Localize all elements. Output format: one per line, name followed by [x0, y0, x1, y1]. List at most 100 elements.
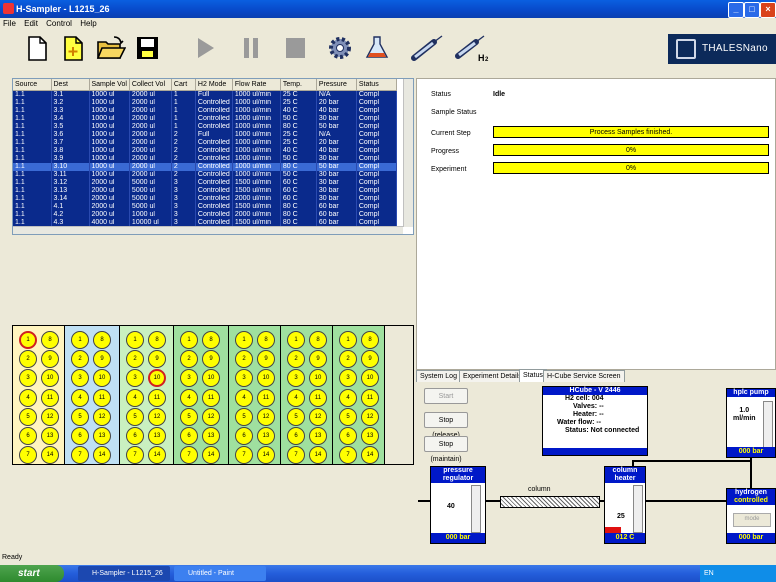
task-hsampler[interactable]: H-Sampler - L1215_26	[78, 566, 170, 581]
plate-well[interactable]: 12	[361, 407, 379, 426]
plate-well[interactable]: 1	[339, 331, 357, 349]
plate-well[interactable]: 11	[361, 388, 379, 407]
plate-well[interactable]: 10	[93, 369, 111, 388]
plate-well[interactable]: 4	[235, 388, 253, 407]
column-header[interactable]: Pressure	[316, 79, 357, 91]
plate-well[interactable]: 3	[287, 369, 305, 388]
table-row[interactable]: 1.1 3.10 1000 ul 2000 ul 2 Controlled 1000 ul/…	[13, 163, 397, 171]
plate-well[interactable]: 11	[93, 388, 111, 407]
plate-well[interactable]: 12	[202, 407, 220, 426]
plate-well[interactable]: 11	[309, 388, 327, 407]
plate-well[interactable]: 1	[19, 331, 37, 349]
plate-well[interactable]: 5	[287, 407, 305, 426]
column-header[interactable]: Source	[13, 79, 52, 91]
plate-well[interactable]: 12	[309, 407, 327, 426]
table-row[interactable]: 1.1 3.8 1000 ul 2000 ul 2 Controlled 1000 ul/m…	[13, 147, 397, 155]
plate-well[interactable]: 12	[41, 407, 59, 426]
plate-well[interactable]: 7	[235, 446, 253, 465]
plate-well[interactable]: 14	[93, 446, 111, 465]
plate-well[interactable]: 6	[339, 427, 357, 445]
plate-well[interactable]: 9	[309, 350, 327, 369]
plate-well[interactable]: 5	[19, 407, 37, 426]
plate-well[interactable]: 14	[41, 446, 59, 465]
table-row[interactable]: 1.1 3.9 1000 ul 2000 ul 2 Controlled 1000 ul/m…	[13, 155, 397, 163]
plate-well[interactable]: 2	[71, 350, 89, 369]
plate-well[interactable]: 3	[126, 369, 144, 388]
plate-well[interactable]: 4	[287, 388, 305, 407]
stop-icon[interactable]	[282, 34, 308, 62]
plate-well[interactable]: 11	[41, 388, 59, 407]
tab-system-log[interactable]: System Log	[416, 370, 461, 382]
plate-well[interactable]: 4	[126, 388, 144, 407]
plate-well[interactable]: 13	[148, 427, 166, 445]
plate-well[interactable]: 10	[309, 369, 327, 388]
plate-well[interactable]: 8	[148, 331, 166, 349]
table-row[interactable]: 1.1 3.7 1000 ul 2000 ul 2 Controlled 1000 ul/m…	[13, 139, 397, 147]
stop-maintain-button[interactable]: Stop (maintain)	[424, 436, 468, 463]
table-row[interactable]: 1.1 3.12 2000 ul 5000 ul 3 Controlled 1500 ul/…	[13, 179, 397, 187]
table-row[interactable]: 1.1 3.4 1000 ul 2000 ul 1 Controlled 1000 ul/m…	[13, 115, 397, 123]
plate-well[interactable]: 13	[93, 427, 111, 445]
plate-well[interactable]: 1	[287, 331, 305, 349]
syringe-icon[interactable]	[410, 34, 446, 62]
plate-well[interactable]: 4	[339, 388, 357, 407]
column-header[interactable]: Collect Vol	[129, 79, 172, 91]
plate-well[interactable]: 13	[41, 427, 59, 445]
plate-well[interactable]: 6	[71, 427, 89, 445]
plate-well[interactable]: 8	[257, 331, 275, 349]
column-header[interactable]: Status	[356, 79, 397, 91]
plate-well[interactable]: 4	[71, 388, 89, 407]
tab-hcube-service[interactable]: H-Cube Service Screen	[543, 370, 625, 382]
table-row[interactable]: 1.1 3.3 1000 ul 2000 ul 1 Controlled 1000 ul/m…	[13, 107, 397, 115]
plate-well[interactable]: 14	[202, 446, 220, 465]
table-row[interactable]: 1.1 3.5 1000 ul 2000 ul 1 Controlled 1000 ul/m…	[13, 123, 397, 131]
plate-well[interactable]: 5	[180, 407, 198, 426]
table-horizontal-scrollbar[interactable]	[13, 226, 403, 234]
table-row[interactable]: 1.1 3.13 2000 ul 5000 ul 3 Controlled 1500 ul/…	[13, 187, 397, 195]
plate-well[interactable]: 1	[126, 331, 144, 349]
plate-well[interactable]: 2	[235, 350, 253, 369]
plate-well[interactable]: 8	[309, 331, 327, 349]
plate-well[interactable]: 7	[287, 446, 305, 465]
play-icon[interactable]	[192, 34, 218, 62]
close-button[interactable]: ×	[760, 2, 776, 18]
plate-well[interactable]: 3	[235, 369, 253, 388]
hydrogen-mode-button[interactable]: mode	[733, 513, 771, 527]
plate-well[interactable]: 1	[71, 331, 89, 349]
plate-well[interactable]: 3	[71, 369, 89, 388]
plate-well[interactable]: 2	[126, 350, 144, 369]
menu-help[interactable]: Help	[80, 19, 96, 28]
plate-well[interactable]: 7	[126, 446, 144, 465]
column-header[interactable]: Temp.	[280, 79, 317, 91]
plate-well[interactable]: 2	[19, 350, 37, 369]
menu-file[interactable]: File	[3, 19, 16, 28]
plate-well[interactable]: 14	[309, 446, 327, 465]
plate-well[interactable]: 12	[257, 407, 275, 426]
new-file-icon[interactable]	[24, 34, 50, 62]
plate-well[interactable]: 8	[202, 331, 220, 349]
plate-well[interactable]: 11	[257, 388, 275, 407]
plate-well[interactable]: 13	[257, 427, 275, 445]
plate-well[interactable]: 5	[71, 407, 89, 426]
plate-well[interactable]: 9	[93, 350, 111, 369]
plate-well[interactable]: 13	[309, 427, 327, 445]
menu-control[interactable]: Control	[46, 19, 72, 28]
plate-well[interactable]: 4	[180, 388, 198, 407]
column-header[interactable]: Flow Rate	[232, 79, 281, 91]
plate-well[interactable]: 14	[361, 446, 379, 465]
column-heater-slider[interactable]	[633, 485, 643, 533]
plate-well[interactable]: 7	[339, 446, 357, 465]
plate-well[interactable]: 2	[180, 350, 198, 369]
plate-well[interactable]: 7	[71, 446, 89, 465]
table-row[interactable]: 1.1 3.6 1000 ul 2000 ul 2 Full 1000 ul/min 25 C…	[13, 131, 397, 139]
menu-edit[interactable]: Edit	[24, 19, 38, 28]
save-icon[interactable]	[134, 34, 160, 62]
plate-well[interactable]: 7	[180, 446, 198, 465]
plate-well[interactable]: 1	[180, 331, 198, 349]
table-row[interactable]: 1.1 4.2 2000 ul 1000 ul 3 Controlled 2000 ul/m…	[13, 211, 397, 219]
plate-well[interactable]: 9	[361, 350, 379, 369]
plate-well[interactable]: 6	[126, 427, 144, 445]
plate-well[interactable]: 3	[180, 369, 198, 388]
column-header[interactable]: Dest	[51, 79, 90, 91]
plate-well[interactable]: 10	[148, 369, 166, 388]
